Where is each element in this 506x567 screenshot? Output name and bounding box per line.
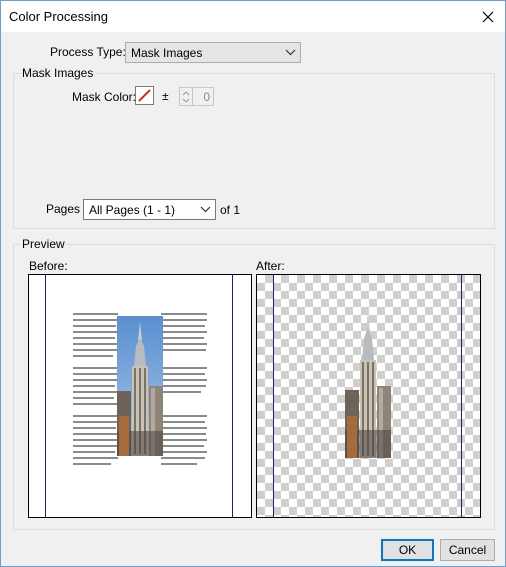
plus-minus-label: ± [162,89,169,103]
spinner-up-icon [182,91,190,96]
after-building-photo [345,310,391,458]
chevron-down-icon [200,206,211,213]
process-type-value: Mask Images [131,46,203,60]
title-bar: Color Processing [1,1,505,32]
after-label: After: [256,259,285,273]
preview-group-title: Preview [20,237,67,251]
pages-select[interactable]: All Pages (1 - 1) [83,199,216,220]
mask-color-button[interactable] [135,86,154,105]
dialog-title: Color Processing [9,9,108,24]
tolerance-value: 0 [203,90,210,104]
pages-of-text: of 1 [220,203,241,217]
slash-swatch-icon [138,89,151,102]
close-icon [482,11,494,22]
mask-images-group-title: Mask Images [20,66,96,80]
pages-label: Pages [46,202,81,216]
before-label: Before: [29,259,68,273]
spinner-down-icon [182,98,190,103]
process-type-select[interactable]: Mask Images [125,42,301,63]
process-type-label: Process Type: [50,45,126,59]
pages-value: All Pages (1 - 1) [89,203,176,217]
spinner-arrows[interactable] [180,88,193,105]
cancel-button[interactable]: Cancel [440,539,495,561]
before-building-photo [117,316,163,456]
before-preview [28,274,252,518]
close-button[interactable] [471,1,505,32]
chevron-down-icon [285,49,296,56]
tolerance-spinner[interactable]: 0 [179,87,214,106]
mask-color-label: Mask Color: [72,90,137,104]
color-processing-dialog: Color Processing Process Type: Mask Imag… [0,0,506,567]
after-preview [256,274,481,518]
ok-button[interactable]: OK [381,539,434,561]
